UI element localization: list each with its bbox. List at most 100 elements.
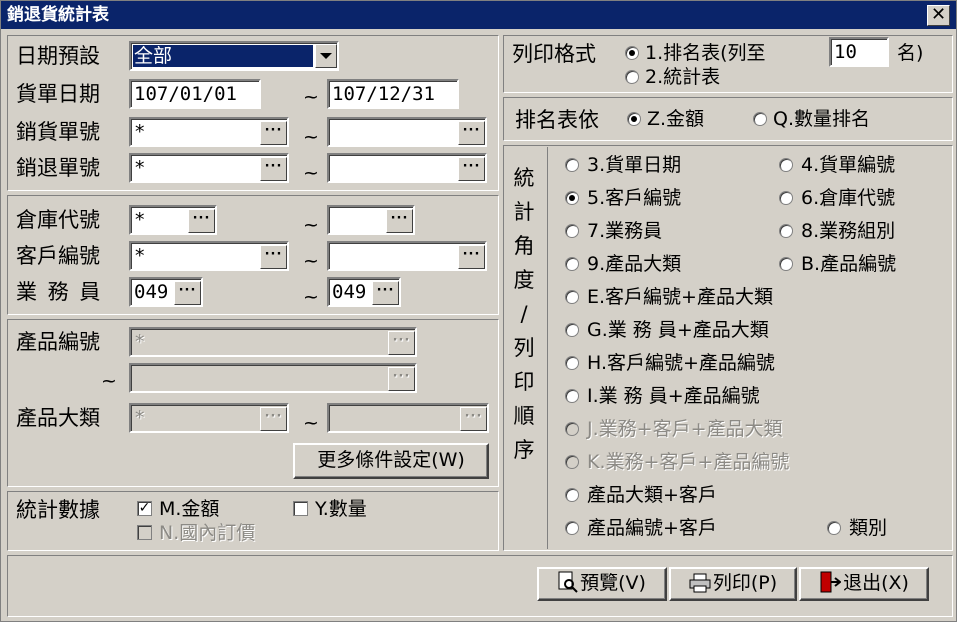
domestic-price-checkbox[interactable]: [137, 525, 152, 540]
return-no-from-input[interactable]: * ···: [129, 153, 289, 183]
range-tilde: ~: [303, 86, 319, 108]
print-label: 列印(P): [712, 572, 778, 594]
return-no-to-input[interactable]: ···: [327, 153, 487, 183]
order-sales-cust-prodcat-radio[interactable]: [565, 422, 579, 436]
order-cust-prodno-radio[interactable]: [565, 356, 579, 370]
order-product-no-radio[interactable]: [779, 257, 793, 271]
order-sales-cust-prodcat-label: J.業務+客戶+產品大類: [587, 418, 783, 440]
exit-button[interactable]: 退出(X): [799, 567, 929, 601]
print-button[interactable]: 列印(P): [669, 567, 797, 601]
product-cat-from-input[interactable]: * ···: [129, 403, 289, 433]
order-sales-prodno-label: I.業 務 員+產品編號: [587, 385, 760, 407]
sales-no-to-input[interactable]: ···: [327, 117, 487, 147]
customer-to-input[interactable]: ···: [327, 241, 487, 271]
lookup-button[interactable]: ···: [388, 331, 415, 355]
bill-date-label: 貨單日期: [16, 82, 100, 106]
stats-table-radio[interactable]: [625, 70, 639, 84]
order-sales-prodcat-label: G.業 務 員+產品大類: [587, 319, 769, 341]
order-category-radio[interactable]: [827, 521, 841, 535]
order-product-cat-radio[interactable]: [565, 257, 579, 271]
lookup-button[interactable]: ···: [388, 367, 415, 391]
lookup-button[interactable]: ···: [460, 407, 487, 431]
order-prodcat-cust-radio[interactable]: [565, 488, 579, 502]
order-salesman-label: 7.業務員: [587, 220, 663, 242]
order-sales-group-radio[interactable]: [779, 224, 793, 238]
qty-checkbox[interactable]: [293, 501, 308, 516]
order-sales-prodcat-radio[interactable]: [565, 323, 579, 337]
product-cat-to-input[interactable]: ···: [327, 403, 489, 433]
preview-button[interactable]: 預覽(V): [537, 567, 667, 601]
return-no-label: 銷退單號: [16, 156, 100, 180]
chevron-down-icon: [320, 53, 332, 59]
rank-count-input[interactable]: 10: [829, 37, 889, 67]
warehouse-from-input[interactable]: * ···: [129, 205, 217, 235]
amount-checkbox[interactable]: ✓: [137, 501, 152, 516]
order-category-label: 類別: [849, 517, 888, 539]
order-bill-no-radio[interactable]: [779, 158, 793, 172]
vlabel-char: 統: [513, 166, 535, 190]
product-no-to-input[interactable]: ···: [129, 363, 417, 393]
lookup-button[interactable]: ···: [458, 121, 485, 145]
date-preset-select[interactable]: 全部: [129, 41, 339, 71]
vlabel-char: /: [520, 302, 528, 326]
salesman-to-value: 049: [332, 281, 367, 303]
stats-label: 統計數據: [16, 498, 100, 522]
sales-no-from-value: *: [134, 121, 146, 143]
lookup-button[interactable]: ···: [458, 245, 485, 269]
order-cust-prodcat-radio[interactable]: [565, 290, 579, 304]
bill-date-from-input[interactable]: 107/01/01: [129, 79, 261, 109]
rank-suffix: 名): [897, 42, 924, 64]
product-cat-from-value: *: [134, 407, 146, 429]
warehouse-to-input[interactable]: ···: [327, 205, 415, 235]
salesman-from-input[interactable]: 049 ···: [129, 277, 203, 307]
lookup-button[interactable]: ···: [458, 157, 485, 181]
bill-date-to-input[interactable]: 107/12/31: [327, 79, 459, 109]
rank-amount-radio[interactable]: [627, 112, 641, 126]
date-preset-label: 日期預設: [16, 44, 100, 68]
order-warehouse-radio[interactable]: [779, 191, 793, 205]
order-prodcat-cust-label: 產品大類+客戶: [587, 484, 717, 506]
order-bill-date-radio[interactable]: [565, 158, 579, 172]
order-prodno-cust-label: 產品編號+客戶: [587, 517, 717, 539]
rank-qty-radio[interactable]: [753, 112, 767, 126]
vlabel-char: 列: [513, 336, 535, 360]
order-prodno-cust-radio[interactable]: [565, 521, 579, 535]
lookup-button[interactable]: ···: [372, 281, 399, 305]
order-customer-radio[interactable]: [565, 191, 579, 205]
lookup-button[interactable]: ···: [260, 245, 287, 269]
rank-table-radio[interactable]: [625, 46, 639, 60]
lookup-button[interactable]: ···: [260, 121, 287, 145]
order-cust-prodno-label: H.客戶編號+產品編號: [587, 352, 775, 374]
order-sales-cust-prodno-label: K.業務+客戶+產品編號: [587, 451, 790, 473]
order-bill-date-label: 3.貨單日期: [587, 154, 682, 176]
order-sales-prodno-radio[interactable]: [565, 389, 579, 403]
lookup-button[interactable]: ···: [260, 157, 287, 181]
lookup-button[interactable]: ···: [174, 281, 201, 305]
rank-qty-label: Q.數量排名: [773, 108, 870, 130]
close-button[interactable]: ✕: [927, 5, 950, 26]
preview-label: 預覽(V): [580, 572, 646, 594]
vlabel-char: 序: [513, 438, 535, 462]
order-sales-cust-prodno-radio[interactable]: [565, 455, 579, 469]
lookup-button[interactable]: ···: [188, 209, 215, 233]
exit-door-icon: [820, 571, 842, 593]
lookup-button[interactable]: ···: [260, 407, 287, 431]
vlabel-char: 順: [513, 404, 535, 428]
customer-from-input[interactable]: * ···: [129, 241, 289, 271]
range-tilde: ~: [303, 214, 319, 236]
salesman-to-input[interactable]: 049 ···: [327, 277, 401, 307]
domestic-price-label: N.國內訂價: [159, 522, 256, 544]
qty-checkbox-label: Y.數量: [315, 498, 367, 520]
sales-no-from-input[interactable]: * ···: [129, 117, 289, 147]
dialog-window: 銷退貨統計表 ✕ 日期預設 全部 貨單日期 107/01/01 ~ 107/12…: [0, 0, 957, 622]
order-salesman-radio[interactable]: [565, 224, 579, 238]
rank-table-label: 1.排名表(列至: [645, 42, 766, 64]
more-conditions-button[interactable]: 更多條件設定(W): [293, 443, 489, 479]
product-no-from-input[interactable]: * ···: [129, 327, 417, 357]
order-vertical-label: 統 計 角 度 / 列 印 順 序: [509, 161, 539, 467]
lookup-button[interactable]: ···: [386, 209, 413, 233]
dropdown-button[interactable]: [315, 44, 337, 68]
salesman-from-value: 049: [134, 281, 169, 303]
customer-from-value: *: [134, 245, 146, 267]
date-preset-value: 全部: [134, 45, 173, 67]
